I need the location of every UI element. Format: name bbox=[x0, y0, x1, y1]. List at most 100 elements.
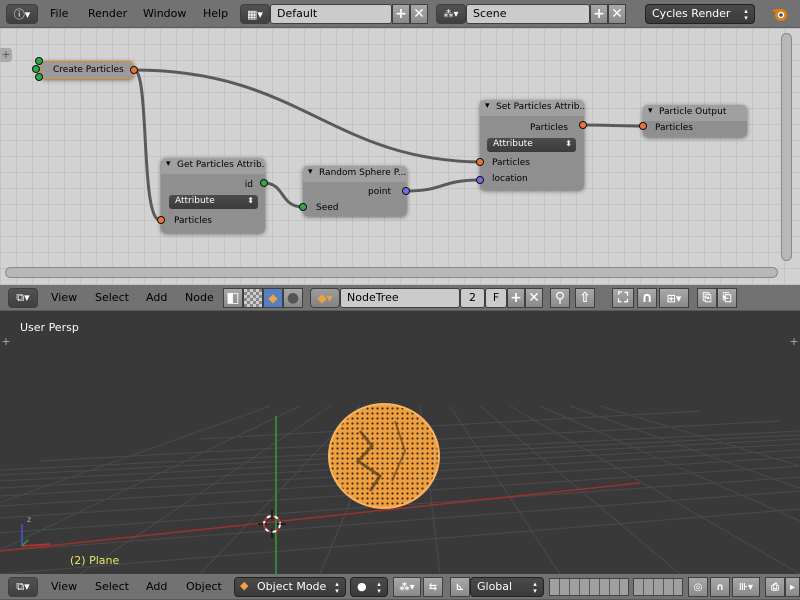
socket-output-particles[interactable] bbox=[579, 121, 587, 129]
tree-type-selector: ◧ ◆ ● bbox=[223, 288, 303, 308]
node-particle-output[interactable]: Particle Output Particles bbox=[643, 105, 747, 137]
snap-toggle-icon[interactable]: ∩ bbox=[710, 577, 730, 597]
link-set-to-output bbox=[582, 123, 644, 128]
compositor-tree-icon[interactable]: ● bbox=[283, 288, 303, 308]
menu-window[interactable]: Window bbox=[143, 7, 186, 20]
node-create-particles[interactable]: Create Particles bbox=[40, 61, 134, 79]
screen-layout-button[interactable]: ▦▾ bbox=[240, 4, 270, 24]
socket-input-particles[interactable] bbox=[476, 158, 484, 166]
socket-label-point: point bbox=[368, 187, 391, 197]
snap-toggle-icon[interactable]: ∩ bbox=[637, 288, 657, 308]
node-header: Random Sphere P... bbox=[303, 166, 407, 182]
socket-label-seed: Seed bbox=[316, 203, 339, 213]
object-tree-icon[interactable]: ◆ bbox=[263, 288, 283, 308]
menu-file[interactable]: File bbox=[50, 7, 68, 20]
socket-output-point[interactable] bbox=[402, 187, 410, 195]
viewport-shading-select[interactable]: ● bbox=[350, 577, 388, 597]
scene-field[interactable]: Scene bbox=[466, 4, 590, 24]
area-split-plus-icon[interactable]: + bbox=[0, 335, 12, 349]
dropdown-value: Attribute bbox=[493, 139, 533, 149]
area-split-plus-icon[interactable]: + bbox=[788, 335, 800, 349]
add-scene-button[interactable]: + bbox=[590, 4, 608, 24]
socket-label-particles-in: Particles bbox=[492, 158, 530, 168]
editor-type-button[interactable]: ⧉▾ bbox=[8, 288, 38, 308]
proportional-edit-icon[interactable]: ◎ bbox=[688, 577, 708, 597]
texture-tree-icon[interactable] bbox=[243, 288, 263, 308]
link-id-to-seed bbox=[263, 181, 304, 209]
socket-label-particles-out: Particles bbox=[530, 123, 568, 133]
attribute-dropdown[interactable]: Attribute bbox=[169, 195, 258, 209]
socket-green[interactable] bbox=[32, 65, 40, 73]
node-title: Create Particles bbox=[53, 65, 124, 75]
menu-node[interactable]: Node bbox=[185, 291, 214, 304]
paste-nodes-icon[interactable]: ⎗ bbox=[717, 288, 737, 308]
menu-view[interactable]: View bbox=[51, 580, 77, 593]
snap-element-select[interactable]: ⊞▾ bbox=[659, 288, 689, 308]
vertical-scrollbar[interactable] bbox=[781, 33, 792, 261]
socket-label-particles: Particles bbox=[655, 123, 693, 133]
menu-view[interactable]: View bbox=[51, 291, 77, 304]
node-tree-icon[interactable]: ⛶ bbox=[612, 288, 634, 308]
socket-green[interactable] bbox=[35, 73, 43, 81]
render-preview-icon[interactable]: ⎙ bbox=[765, 577, 785, 597]
socket-input-particles[interactable] bbox=[157, 216, 165, 224]
object-mode-select[interactable]: ◆ Object Mode bbox=[234, 577, 346, 597]
pin-button[interactable]: ⚲ bbox=[550, 288, 570, 308]
dropdown-value: Attribute bbox=[175, 196, 215, 206]
editor-type-info-button[interactable]: ⓘ▾ bbox=[6, 4, 38, 24]
nodetree-users-count[interactable]: 2 bbox=[460, 288, 485, 308]
menu-add[interactable]: Add bbox=[146, 580, 167, 593]
menu-object[interactable]: Object bbox=[186, 580, 222, 593]
remove-scene-button[interactable]: ✕ bbox=[608, 4, 626, 24]
add-layout-button[interactable]: + bbox=[392, 4, 410, 24]
render-animation-icon[interactable]: ▸ bbox=[785, 577, 800, 597]
menu-render[interactable]: Render bbox=[88, 7, 127, 20]
screen-layout-field[interactable]: Default bbox=[270, 4, 392, 24]
menu-select[interactable]: Select bbox=[95, 291, 129, 304]
socket-input-particles[interactable] bbox=[639, 122, 647, 130]
pivot-point-select[interactable]: ⁂▾ bbox=[393, 577, 421, 597]
shader-tree-icon[interactable]: ◧ bbox=[223, 288, 243, 308]
copy-nodes-icon[interactable]: ⎘ bbox=[697, 288, 717, 308]
snap-element-select[interactable]: ⊪▾ bbox=[732, 577, 760, 597]
layer-grid[interactable] bbox=[633, 578, 683, 596]
add-nodetree-button[interactable]: + bbox=[507, 288, 525, 308]
nodetree-name-field[interactable]: NodeTree bbox=[340, 288, 460, 308]
parent-tree-button[interactable]: ⇧ bbox=[575, 288, 595, 308]
node-get-particles-attribute[interactable]: Get Particles Attrib... id Attribute Par… bbox=[161, 158, 265, 233]
node-set-particles-attribute[interactable]: Set Particles Attrib... Particles Attrib… bbox=[480, 100, 584, 190]
remove-layout-button[interactable]: ✕ bbox=[410, 4, 428, 24]
gizmo-z-label: z bbox=[27, 515, 32, 524]
area-split-plus-icon[interactable]: + bbox=[0, 48, 12, 62]
editor-type-button[interactable]: ⧉▾ bbox=[8, 577, 38, 597]
socket-output-particles[interactable] bbox=[130, 66, 138, 74]
attribute-dropdown[interactable]: Attribute bbox=[487, 138, 576, 152]
horizontal-scrollbar[interactable] bbox=[5, 267, 778, 278]
cube-icon: ◆▾ bbox=[317, 291, 333, 305]
layout-grid-icon: ▦▾ bbox=[247, 7, 263, 21]
nodetree-browse-button[interactable]: ◆▾ bbox=[310, 288, 340, 308]
menu-help[interactable]: Help bbox=[203, 7, 228, 20]
render-engine-select[interactable]: Cycles Render bbox=[645, 4, 755, 24]
layer-grid[interactable] bbox=[549, 578, 629, 596]
menu-select[interactable]: Select bbox=[95, 580, 129, 593]
node-header: Particle Output bbox=[643, 105, 747, 121]
socket-green[interactable] bbox=[35, 57, 43, 65]
transform-orientation-icon[interactable]: ⊾ bbox=[450, 577, 470, 597]
active-object-label: (2) Plane bbox=[70, 554, 120, 567]
socket-output-id[interactable] bbox=[260, 179, 268, 187]
link-create-to-get bbox=[133, 68, 161, 222]
node-editor-icon: ⧉▾ bbox=[16, 291, 30, 304]
node-random-sphere-points[interactable]: Random Sphere P... point Seed bbox=[303, 166, 407, 216]
unlink-nodetree-button[interactable]: ✕ bbox=[525, 288, 543, 308]
link-point-to-location bbox=[405, 178, 481, 193]
transform-orientation-select[interactable]: Global bbox=[470, 577, 544, 597]
scene-browse-button[interactable]: ⁂▾ bbox=[436, 4, 466, 24]
socket-input-seed[interactable] bbox=[299, 203, 307, 211]
menu-add[interactable]: Add bbox=[146, 291, 167, 304]
socket-input-location[interactable] bbox=[476, 176, 484, 184]
fake-user-toggle[interactable]: F bbox=[485, 288, 507, 308]
manipulator-toggle[interactable]: ⇆ bbox=[423, 577, 443, 597]
node-editor-canvas[interactable]: Create Particles Get Particles Attrib...… bbox=[0, 28, 800, 285]
3d-viewport[interactable]: z User Persp (2) Plane + + bbox=[0, 311, 800, 574]
